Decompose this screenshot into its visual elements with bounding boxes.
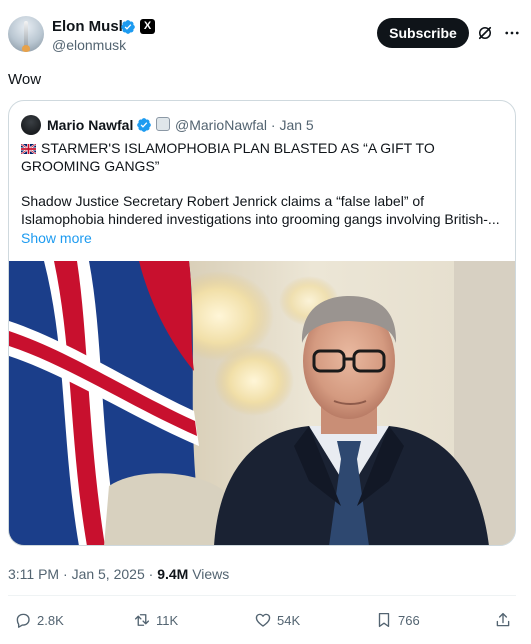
quoted-author-handle[interactable]: @MarioNawfal xyxy=(175,117,267,133)
more-icon[interactable] xyxy=(503,24,521,42)
quoted-headline-text: STARMER'S ISLAMOPHOBIA PLAN BLASTED AS “… xyxy=(21,140,435,174)
separator-dot: · xyxy=(148,566,154,582)
share-icon xyxy=(496,612,510,627)
divider xyxy=(8,595,516,596)
bookmark-count: 766 xyxy=(398,612,420,628)
quoted-author-avatar[interactable] xyxy=(21,115,41,135)
share-button[interactable] xyxy=(494,610,517,630)
post-meta: 3:11 PM · Jan 5, 2025 · 9.4M Views xyxy=(8,566,229,582)
repost-count: 11K xyxy=(156,612,179,628)
separator-dot: · xyxy=(63,566,68,582)
x-affiliate-badge-icon: X xyxy=(140,19,155,34)
avatar-flame xyxy=(22,45,30,52)
post-header: Elon Musk X @elonmusk Subscribe xyxy=(0,0,531,60)
reply-count: 2.8K xyxy=(37,612,64,628)
bookmark-icon xyxy=(378,612,390,628)
uk-flag-icon xyxy=(21,144,36,154)
repost-button[interactable]: 11K xyxy=(133,610,178,630)
author-name[interactable]: Elon Musk xyxy=(52,18,127,36)
quoted-body-line: Shadow Justice Secretary Robert Jenrick … xyxy=(21,193,425,209)
grok-icon[interactable] xyxy=(476,24,494,42)
quoted-handle-date: @MarioNawfal · Jan 5 xyxy=(175,117,314,133)
reply-button[interactable]: 2.8K xyxy=(14,610,64,630)
like-button[interactable]: 54K xyxy=(254,610,300,630)
heart-icon xyxy=(255,613,271,627)
show-more-link[interactable]: Show more xyxy=(21,229,92,247)
quoted-body-line: Islamophobia hindered investigations int… xyxy=(21,211,500,227)
post-container: Elon Musk X @elonmusk Subscribe Wow Mari… xyxy=(0,0,531,644)
quoted-body: Shadow Justice Secretary Robert Jenrick … xyxy=(21,192,505,228)
subscribe-button[interactable]: Subscribe xyxy=(377,18,469,48)
repost-icon xyxy=(134,614,150,626)
views-count: 9.4M xyxy=(157,566,189,582)
avatar-rocket xyxy=(24,21,28,47)
post-date[interactable]: Jan 5, 2025 xyxy=(72,566,145,582)
author-handle[interactable]: @elonmusk xyxy=(52,37,126,53)
verified-badge-icon xyxy=(137,118,151,132)
quoted-author-name[interactable]: Mario Nawfal xyxy=(47,117,133,133)
post-time[interactable]: 3:11 PM xyxy=(8,566,59,582)
photo-image xyxy=(9,261,515,545)
affiliate-badge-icon xyxy=(156,117,170,131)
post-text: Wow xyxy=(8,71,42,88)
bookmark-button[interactable]: 766 xyxy=(375,610,420,630)
quoted-headline: STARMER'S ISLAMOPHOBIA PLAN BLASTED AS “… xyxy=(21,139,505,175)
quoted-post[interactable]: Mario Nawfal @MarioNawfal · Jan 5 STARME… xyxy=(8,100,516,546)
author-avatar[interactable] xyxy=(8,16,44,52)
views-label: Views xyxy=(192,566,230,582)
verified-badge-icon xyxy=(121,20,135,34)
reply-icon xyxy=(16,613,30,628)
quoted-media-photo[interactable] xyxy=(9,261,515,545)
quoted-post-date[interactable]: Jan 5 xyxy=(279,117,313,133)
separator-dot: · xyxy=(270,117,276,133)
like-count: 54K xyxy=(277,612,301,628)
